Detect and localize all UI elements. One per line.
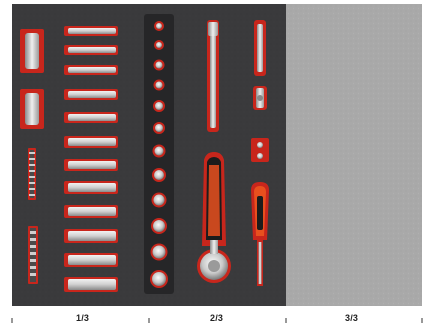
bit-strip-upper [28,148,36,200]
tool-tray-photo [11,4,423,323]
empty-tray-section [286,4,422,306]
small-extension-icon [254,20,266,76]
socket-row-1 [64,26,118,36]
extension-bar-icon [207,20,219,132]
socket-row-7 [64,159,118,171]
socket-row-4 [64,89,118,100]
socket-row-3 [64,65,118,75]
scale-label-1: 1/3 [76,313,90,323]
socket-row-5 [64,112,118,123]
adapter-pair-icon [251,138,269,162]
bit-strip-lower [28,226,38,284]
scale-label-2: 2/3 [210,313,224,323]
socket-row-2 [64,45,118,55]
socket-row-6 [64,136,118,148]
scale-label-3: 3/3 [345,313,359,323]
socket-row-11 [64,253,118,267]
socket-row-9 [64,205,118,218]
universal-joint-icon [253,86,267,110]
socket-row-8 [64,181,118,194]
socket-row-12 [64,277,118,292]
socket-row-10 [64,229,118,243]
